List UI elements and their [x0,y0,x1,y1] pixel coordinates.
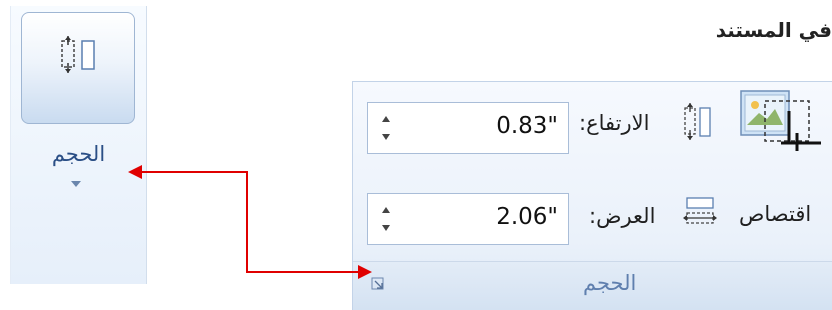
red-connector-arrow [128,165,372,279]
